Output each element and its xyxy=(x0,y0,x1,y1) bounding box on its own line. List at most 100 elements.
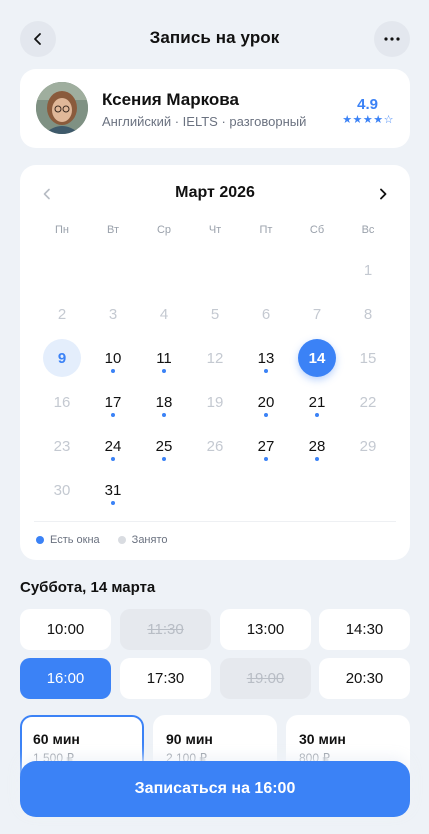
tutor-card[interactable]: Ксения Маркова Английский · IELTS · разг… xyxy=(20,69,410,148)
availability-dot-icon xyxy=(111,369,115,373)
calendar-day-number: 24 xyxy=(104,437,122,455)
calendar-day-number: 28 xyxy=(308,437,326,455)
availability-dot-icon xyxy=(315,413,319,417)
duration-title: 60 мин xyxy=(33,731,80,747)
calendar-day-number: 26 xyxy=(206,437,224,455)
calendar-day-number: 5 xyxy=(210,305,220,323)
calendar-day[interactable]: 17 xyxy=(94,383,132,421)
availability-dot-icon xyxy=(264,413,268,417)
legend-busy: Занято xyxy=(117,534,168,546)
calendar-day[interactable]: 9 xyxy=(43,339,81,377)
page-title: Запись на урок xyxy=(149,28,280,47)
calendar-day[interactable]: 27 xyxy=(247,427,285,465)
calendar-day-number: 15 xyxy=(359,349,377,367)
calendar-day-number: 7 xyxy=(312,305,322,323)
calendar-day-number: 16 xyxy=(53,393,71,411)
calendar-day: 16 xyxy=(43,383,81,421)
calendar-day-number: 20 xyxy=(257,393,275,411)
calendar-day: 2 xyxy=(43,295,81,333)
rating-stars: ★★★★☆ xyxy=(342,114,394,126)
calendar-day: 3 xyxy=(94,295,132,333)
availability-dot-icon xyxy=(264,457,268,461)
tutor-subjects: Английский · IELTS · разговорный xyxy=(102,114,307,129)
busy-dot-icon xyxy=(117,536,126,544)
avatar xyxy=(36,82,88,134)
calendar-card: Март 2026 Пн Вт Ср Чт Пт Сб Вс 1 2 3 4 5 6 7 8 9 10 11 12… xyxy=(20,165,410,560)
calendar-day-number: 8 xyxy=(363,305,373,323)
calendar-day-number: 18 xyxy=(155,393,173,411)
availability-dot-icon xyxy=(264,369,268,373)
calendar-day: 22 xyxy=(349,383,387,421)
calendar-legend: Есть окна Занято xyxy=(36,534,186,546)
calendar-day-number: 12 xyxy=(206,349,224,367)
duration-title: 30 мин xyxy=(299,731,346,747)
calendar-day-number: 14 xyxy=(308,349,326,367)
calendar-day: 7 xyxy=(298,295,336,333)
calendar-day-number: 29 xyxy=(359,437,377,455)
calendar-day-number: 6 xyxy=(261,305,271,323)
calendar-day: 19 xyxy=(196,383,234,421)
legend-available: Есть окна xyxy=(36,534,100,546)
calendar-day: 29 xyxy=(349,427,387,465)
selected-date-heading: Суббота, 14 марта xyxy=(20,579,156,596)
legend-available-label: Есть окна xyxy=(50,534,100,546)
calendar-day-number: 21 xyxy=(308,393,326,411)
calendar-day-number: 23 xyxy=(53,437,71,455)
calendar-day: 15 xyxy=(349,339,387,377)
calendar-day-number: 25 xyxy=(155,437,173,455)
calendar-day[interactable]: 18 xyxy=(145,383,183,421)
calendar-day[interactable]: 11 xyxy=(145,339,183,377)
time-slot[interactable]: 17:30 xyxy=(120,658,211,699)
calendar-day-number: 27 xyxy=(257,437,275,455)
calendar-day[interactable]: 28 xyxy=(298,427,336,465)
calendar-day-number: 17 xyxy=(104,393,122,411)
calendar-day[interactable]: 21 xyxy=(298,383,336,421)
calendar-day: 26 xyxy=(196,427,234,465)
calendar-day[interactable]: 20 xyxy=(247,383,285,421)
time-slot[interactable]: 20:30 xyxy=(319,658,410,699)
availability-dot-icon xyxy=(162,369,166,373)
calendar-day: 1 xyxy=(349,251,387,289)
availability-dot-icon xyxy=(111,501,115,505)
calendar-day-number: 30 xyxy=(53,481,71,499)
calendar-day[interactable]: 25 xyxy=(145,427,183,465)
calendar-day[interactable]: 14 xyxy=(298,339,336,377)
time-slot[interactable]: 14:30 xyxy=(319,609,410,650)
calendar-day[interactable]: 10 xyxy=(94,339,132,377)
calendar-day: 12 xyxy=(196,339,234,377)
availability-dot-icon xyxy=(111,457,115,461)
calendar-day-number: 3 xyxy=(108,305,118,323)
calendar-day[interactable]: 24 xyxy=(94,427,132,465)
time-slot[interactable]: 13:00 xyxy=(220,609,311,650)
calendar-day-number: 22 xyxy=(359,393,377,411)
calendar-day-number: 19 xyxy=(206,393,224,411)
calendar-day-number: 11 xyxy=(156,349,172,367)
calendar-day: 4 xyxy=(145,295,183,333)
calendar-day-number: 1 xyxy=(363,261,373,279)
available-dot-icon xyxy=(36,536,44,544)
calendar-day: 5 xyxy=(196,295,234,333)
more-button[interactable] xyxy=(374,21,410,57)
calendar-day-number: 2 xyxy=(57,305,67,323)
time-slot[interactable]: 16:00 xyxy=(20,658,111,699)
time-slot[interactable]: 10:00 xyxy=(20,609,111,650)
calendar-day: 30 xyxy=(43,471,81,509)
availability-dot-icon xyxy=(111,413,115,417)
calendar-day[interactable]: 31 xyxy=(94,471,132,509)
calendar-day: 8 xyxy=(349,295,387,333)
availability-dot-icon xyxy=(162,413,166,417)
calendar-day-number: 9 xyxy=(57,349,67,367)
calendar-day: 23 xyxy=(43,427,81,465)
calendar-day: 6 xyxy=(247,295,285,333)
book-lesson-button[interactable]: Записаться на 16:00 xyxy=(20,761,410,817)
divider xyxy=(34,521,396,522)
availability-dot-icon xyxy=(315,457,319,461)
legend-busy-label: Занято xyxy=(131,534,168,546)
calendar-grid: 1 2 3 4 5 6 7 8 9 10 11 12 13 14 15 16 17 18 19 20 21 22 23 24 2… xyxy=(20,165,410,525)
time-slot: 11:30 xyxy=(120,609,211,650)
duration-title: 90 мин xyxy=(166,731,213,747)
calendar-day-number: 10 xyxy=(104,349,122,367)
rating-value: 4.9 xyxy=(357,96,378,113)
top-bar: Запись на урок xyxy=(0,0,429,78)
calendar-day[interactable]: 13 xyxy=(247,339,285,377)
